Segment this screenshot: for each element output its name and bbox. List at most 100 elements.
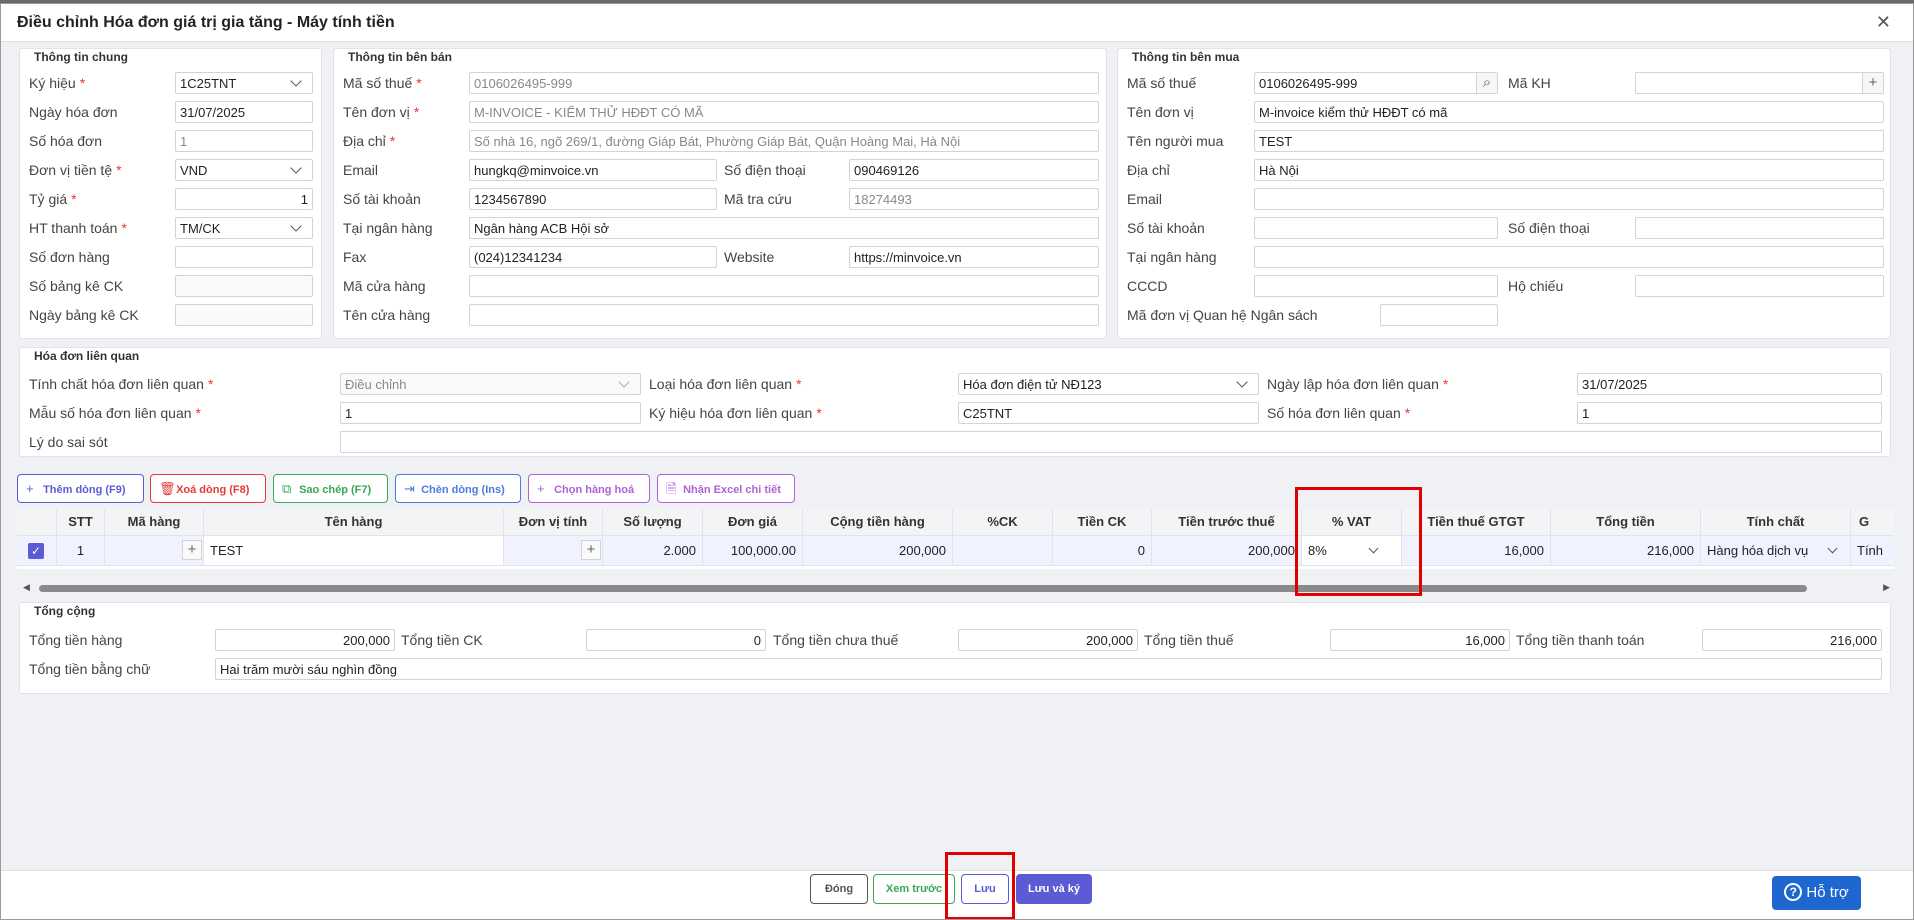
buyer-phone-label: Số điện thoại [1508, 220, 1590, 236]
cell-vat-select[interactable]: 8% [1302, 536, 1402, 566]
save-sign-button[interactable]: Lưu và ký [1016, 874, 1092, 904]
scroll-right-icon[interactable]: ▶ [1883, 582, 1890, 593]
tong-tien-hang-input[interactable]: 200,000 [215, 629, 395, 651]
buyer-cccd-input[interactable] [1254, 275, 1498, 297]
seller-email-input[interactable]: hungkq@minvoice.vn [469, 159, 717, 181]
buyer-dia-chi-input[interactable]: Hà Nội [1254, 159, 1884, 181]
cell-so-luong[interactable]: 2.000 [603, 536, 703, 566]
seller-mst-input[interactable]: 0106026495-999 [469, 72, 1099, 94]
buyer-stk-input[interactable] [1254, 217, 1498, 239]
choose-goods-button[interactable]: + Chọn hàng hoá [528, 474, 650, 503]
import-excel-button[interactable]: 🗎 Nhận Excel chi tiết [657, 474, 795, 503]
seller-ma-tra-cuu-input[interactable]: 18274493 [849, 188, 1099, 210]
tinh-chat-select[interactable]: Điều chỉnh [340, 373, 641, 395]
add-customer-icon[interactable]: + [1862, 73, 1883, 93]
cell-ma-hang[interactable]: + [105, 536, 204, 566]
seller-website-input[interactable]: https://minvoice.vn [849, 246, 1099, 268]
loai-hd-select[interactable]: Hóa đơn điện tử NĐ123 [958, 373, 1259, 395]
seller-info-panel: Thông tin bên bán Mã số thuế * 0106026495… [333, 48, 1107, 339]
insert-row-button[interactable]: ⇥ Chèn dòng (Ins) [395, 474, 521, 503]
buyer-info-title: Thông tin bên mua [1132, 50, 1240, 64]
checkbox-checked-icon[interactable]: ✓ [28, 543, 44, 559]
modal-footer [1, 870, 1913, 919]
so-hoa-don-input[interactable]: 1 [175, 130, 313, 152]
ky-hieu-lq-input[interactable]: C25TNT [958, 402, 1259, 424]
horizontal-scrollbar[interactable]: ◀ ▶ [17, 582, 1894, 594]
buyer-ho-chieu-label: Hộ chiếu [1508, 278, 1564, 294]
seller-dia-chi-label: Địa chỉ * [343, 133, 396, 149]
seller-ma-tra-cuu-label: Mã tra cứu [724, 191, 792, 207]
ngay-bang-ke-input[interactable] [175, 304, 313, 326]
seller-ma-cua-hang-input[interactable] [469, 275, 1099, 297]
col-tien-ck: Tiền CK [1053, 509, 1152, 536]
close-icon[interactable]: ✕ [1876, 12, 1891, 33]
buyer-mst-input[interactable]: 0106026495-999 ⌕ [1254, 72, 1498, 94]
ht-thanh-toan-select[interactable]: TM/CK [175, 217, 313, 239]
general-info-title: Thông tin chung [34, 50, 128, 64]
so-hd-lq-label: Số hóa đơn liên quan * [1267, 405, 1411, 421]
buyer-bank-input[interactable] [1254, 246, 1884, 268]
col-ck-percent: %CK [953, 509, 1053, 536]
buyer-ten-input[interactable]: M-invoice kiểm thử HĐĐT có mã [1254, 101, 1884, 123]
preview-button[interactable]: Xem trước [873, 874, 955, 904]
scroll-left-icon[interactable]: ◀ [23, 582, 30, 593]
seller-bank-input[interactable]: Ngân hàng ACB Hội sở [469, 217, 1099, 239]
tong-chua-thue-input[interactable]: 200,000 [958, 629, 1138, 651]
buyer-email-input[interactable] [1254, 188, 1884, 210]
add-row-button[interactable]: + Thêm dòng (F9) [17, 474, 144, 503]
ngay-lap-label: Ngày lập hóa đơn liên quan * [1267, 376, 1449, 392]
cell-dvt[interactable]: + [504, 536, 603, 566]
add-unit-icon[interactable]: + [581, 540, 601, 560]
totals-title: Tổng cộng [34, 604, 96, 618]
bang-chu-input[interactable]: Hai trăm mười sáu nghìn đồng [215, 658, 1882, 680]
buyer-phone-input[interactable] [1635, 217, 1884, 239]
buyer-ma-kh-label: Mã KH [1508, 75, 1551, 91]
seller-ten-input[interactable]: M-INVOICE - KIỂM THỬ HĐĐT CÓ MÃ [469, 101, 1099, 123]
ngay-lap-input[interactable]: 31/07/2025 [1577, 373, 1882, 395]
save-button[interactable]: Lưu [961, 874, 1009, 904]
seller-stk-input[interactable]: 1234567890 [469, 188, 717, 210]
search-icon[interactable]: ⌕ [1476, 73, 1497, 93]
cell-ten-hang[interactable]: TEST [204, 536, 504, 566]
seller-ten-cua-hang-input[interactable] [469, 304, 1099, 326]
delete-row-button[interactable]: 🗑 Xoá dòng (F8) [150, 474, 266, 503]
tong-thue-input[interactable]: 16,000 [1330, 629, 1510, 651]
ly-do-label: Lý do sai sót [29, 434, 108, 450]
related-invoice-title: Hóa đơn liên quan [34, 349, 140, 363]
tong-tien-ck-input[interactable]: 0 [586, 629, 766, 651]
seller-mst-label: Mã số thuế * [343, 75, 422, 91]
support-button[interactable]: ? Hỗ trợ [1772, 876, 1861, 910]
ty-gia-input[interactable]: 1 [175, 188, 313, 210]
buyer-qhns-input[interactable] [1380, 304, 1498, 326]
so-don-hang-input[interactable] [175, 246, 313, 268]
cell-tinh-chat-select[interactable]: Hàng hóa dịch vụ [1701, 536, 1851, 566]
ky-hieu-select[interactable]: 1C25TNT [175, 72, 313, 94]
seller-dia-chi-input[interactable]: Số nhà 16, ngõ 269/1, đường Giáp Bát, Ph… [469, 130, 1099, 152]
mau-so-label: Mẫu số hóa đơn liên quan * [29, 405, 201, 421]
ngay-hoa-don-input[interactable]: 31/07/2025 [175, 101, 313, 123]
buyer-ma-kh-input[interactable]: + [1635, 72, 1884, 94]
seller-phone-input[interactable]: 090469126 [849, 159, 1099, 181]
copy-row-button[interactable]: ⧉ Sao chép (F7) [273, 474, 388, 503]
seller-fax-input[interactable]: (024)12341234 [469, 246, 717, 268]
close-button[interactable]: Đóng [810, 874, 868, 904]
so-hd-lq-input[interactable]: 1 [1577, 402, 1882, 424]
ly-do-input[interactable] [340, 431, 1882, 453]
cell-don-gia[interactable]: 100,000.00 [703, 536, 803, 566]
so-don-hang-label: Số đơn hàng [29, 249, 110, 265]
don-vi-tien-te-select[interactable]: VND [175, 159, 313, 181]
so-bang-ke-input[interactable] [175, 275, 313, 297]
cell-tien-ck[interactable]: 0 [1053, 536, 1152, 566]
invoice-items-grid: STT Mã hàng Tên hàng Đơn vị tính Số lượn… [17, 509, 1894, 569]
cell-ck-percent[interactable] [953, 536, 1053, 566]
buyer-nguoi-mua-input[interactable]: TEST [1254, 130, 1884, 152]
mau-so-input[interactable]: 1 [340, 402, 641, 424]
buyer-ho-chieu-input[interactable] [1635, 275, 1884, 297]
tong-thanh-toan-input[interactable]: 216,000 [1702, 629, 1882, 651]
scrollbar-thumb[interactable] [39, 585, 1807, 592]
row-checkbox[interactable]: ✓ [17, 536, 57, 566]
buyer-nguoi-mua-label: Tên người mua [1127, 133, 1224, 149]
seller-ma-cua-hang-label: Mã cửa hàng [343, 278, 426, 294]
col-tong-tien: Tổng tiền [1551, 509, 1701, 536]
add-product-icon[interactable]: + [182, 540, 202, 560]
